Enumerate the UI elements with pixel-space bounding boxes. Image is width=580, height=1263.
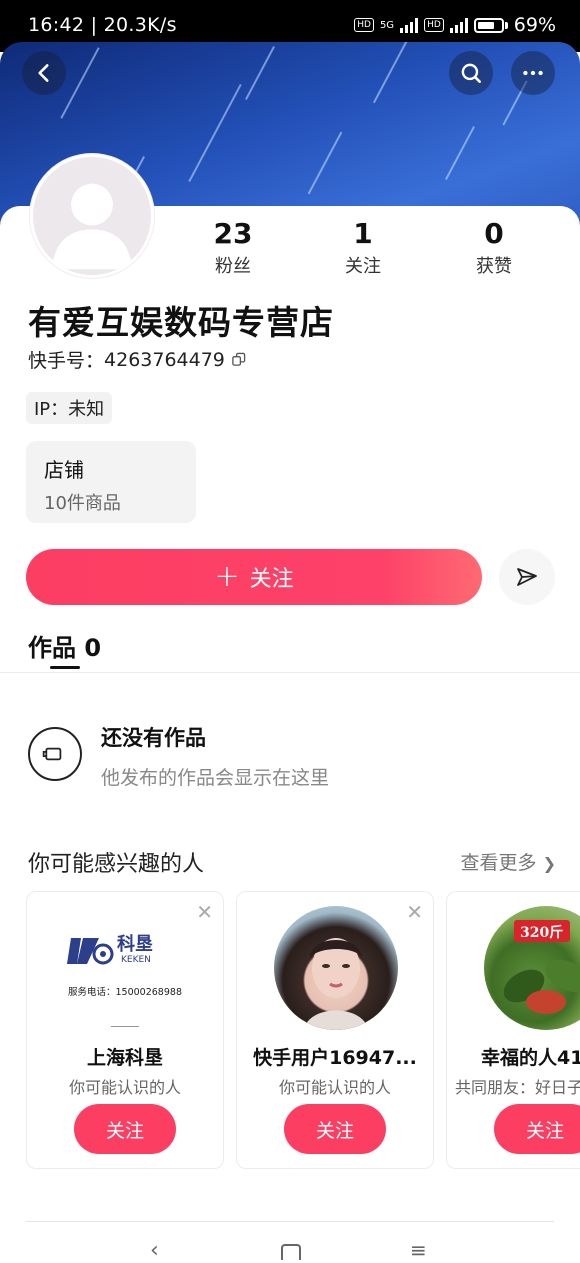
close-icon[interactable]: ✕ <box>196 900 213 924</box>
recommendation-card[interactable]: ✕ 科垦 KEKEN 服务电话：15000268988 上海科垦 你可能认识的人… <box>26 891 224 1169</box>
tab-active-indicator <box>50 666 80 669</box>
back-button[interactable] <box>22 51 66 95</box>
kuaishou-id: 快手号： 4263764479 <box>28 346 246 373</box>
signal-icon <box>400 17 419 33</box>
store-title: 店铺 <box>44 458 84 482</box>
close-icon[interactable]: ✕ <box>406 900 423 924</box>
recommendation-reason: 共同朋友：好日子 <box>455 1078 580 1097</box>
follow-label: 关注 <box>249 567 294 592</box>
recommendation-reason: 你可能认识的人 <box>278 1078 391 1097</box>
divider <box>0 672 580 673</box>
plus-icon: + <box>214 559 240 594</box>
default-avatar-icon <box>52 183 132 270</box>
nav-back-icon[interactable]: ‹ <box>150 1238 159 1263</box>
more-dots-icon <box>523 70 543 76</box>
follow-button[interactable]: + 关注 <box>26 549 482 605</box>
kuaishou-id-label: 快手号： <box>28 350 105 372</box>
user-avatar <box>274 906 398 1030</box>
search-button[interactable] <box>449 51 493 95</box>
following-label: 关注 <box>345 256 381 277</box>
see-more-label: 查看更多 <box>460 852 537 874</box>
recommendation-follow-button[interactable]: 关注 <box>284 1104 386 1154</box>
more-button[interactable] <box>511 51 555 95</box>
stat-following[interactable]: 1 关注 <box>308 218 418 278</box>
recommendation-card[interactable]: ✕ 快手用户16947... 你可能认识的人 关注 <box>236 891 434 1169</box>
ip-location: IP：未知 <box>26 392 113 424</box>
recommendation-name: 快手用户16947... <box>253 1047 417 1069</box>
following-count: 1 <box>353 217 373 250</box>
hd-icon: HD <box>354 18 374 32</box>
nav-home-icon[interactable] <box>281 1244 301 1260</box>
likes-count: 0 <box>484 217 504 250</box>
nav-menu-icon[interactable]: ≡ <box>410 1238 427 1262</box>
fans-count: 23 <box>213 217 253 250</box>
status-indicators: HD 5G HD 69% <box>354 14 556 36</box>
battery-icon <box>473 17 504 33</box>
company-logo: 科垦 KEKEN <box>65 928 185 988</box>
profile-name: 有爱互娱数码专营店 <box>28 303 334 342</box>
chevron-left-icon <box>38 64 49 82</box>
send-icon <box>517 568 537 586</box>
tab-works[interactable]: 作品 0 <box>28 628 101 663</box>
store-item-count: 10件商品 <box>44 493 121 514</box>
battery-level: 69% <box>513 14 556 36</box>
recommendation-follow-button[interactable]: 关注 <box>74 1104 176 1154</box>
empty-state-title: 还没有作品 <box>101 726 206 750</box>
share-button[interactable] <box>499 549 555 605</box>
navbar-divider <box>26 1221 554 1222</box>
avatar[interactable] <box>30 154 154 278</box>
stat-likes[interactable]: 0 获赞 <box>439 218 549 278</box>
status-time: 16:42 | 20.3K/s <box>28 14 177 36</box>
copy-icon[interactable] <box>231 352 246 367</box>
hd-icon-2: HD <box>424 18 444 32</box>
recommendation-name: 幸福的人41 <box>481 1047 580 1069</box>
user-avatar: 320斤 <box>484 906 580 1030</box>
recommendation-reason: 你可能认识的人 <box>68 1078 181 1097</box>
see-more-link[interactable]: 查看更多 ❯ <box>461 848 556 875</box>
company-phone: 服务电话：15000268988 <box>68 987 182 998</box>
svg-text:KEKEN: KEKEN <box>121 955 151 965</box>
kuaishou-id-value: 4263764479 <box>104 348 225 371</box>
recommendation-name: 上海科垦 <box>86 1047 163 1069</box>
store-entry[interactable]: 店铺 10件商品 <box>26 441 196 523</box>
video-icon <box>28 727 82 781</box>
signal-icon-2 <box>449 17 468 33</box>
likes-label: 获赞 <box>476 256 512 277</box>
recommendation-card[interactable]: 320斤 幸福的人41 共同朋友：好日子 关注 <box>446 891 580 1169</box>
svg-text:320斤: 320斤 <box>520 924 563 941</box>
stat-fans[interactable]: 23 粉丝 <box>178 218 288 278</box>
fans-label: 粉丝 <box>215 256 251 277</box>
empty-state-subtitle: 他发布的作品会显示在这里 <box>101 767 330 789</box>
recommendations-title: 你可能感兴趣的人 <box>28 852 205 877</box>
recommendation-follow-button[interactable]: 关注 <box>494 1104 580 1154</box>
chevron-right-icon: ❯ <box>542 854 556 873</box>
network-type: 5G <box>379 19 395 31</box>
search-icon <box>461 63 481 83</box>
svg-text:科垦: 科垦 <box>117 933 153 955</box>
